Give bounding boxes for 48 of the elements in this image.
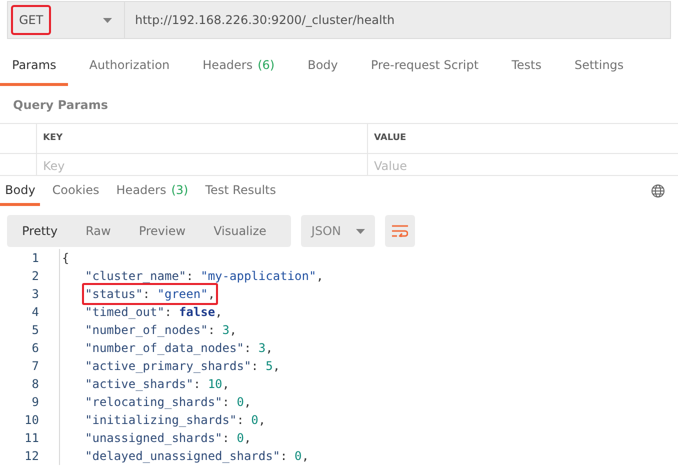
tab[interactable]: Test Results — [200, 176, 282, 206]
wrap-lines-button[interactable] — [385, 215, 416, 247]
tab[interactable]: Pre-request Script — [358, 47, 491, 86]
tab[interactable]: Params — [0, 47, 68, 86]
code-line: { — [61, 250, 70, 267]
line-number: 2 — [30, 268, 40, 285]
format-dropdown[interactable]: JSON — [301, 215, 376, 247]
line-number: 6 — [30, 340, 40, 357]
line-number: 3 — [30, 286, 40, 303]
tab[interactable]: Authorization — [77, 47, 182, 86]
view-mode-tab[interactable]: Preview — [130, 215, 195, 247]
line-number: 11 — [24, 430, 40, 447]
view-mode-tab[interactable]: Raw — [76, 215, 120, 247]
line-number: 9 — [30, 394, 40, 411]
code-line: "cluster_name": "my-application", — [84, 268, 324, 285]
globe-icon[interactable] — [651, 184, 665, 198]
key-input[interactable]: Key — [43, 157, 361, 175]
line-number: 10 — [24, 412, 40, 429]
line-number: 8 — [30, 376, 40, 393]
line-number: 12 — [24, 448, 40, 465]
tab[interactable]: Headers (6) — [190, 47, 287, 86]
tab[interactable]: Body — [296, 47, 350, 86]
code-line: "number_of_nodes": 3, — [84, 322, 238, 339]
tab[interactable]: Settings — [562, 47, 636, 86]
column-header: VALUE — [373, 132, 408, 145]
code-line: "active_primary_shards": 5, — [84, 358, 282, 375]
view-mode-tab[interactable]: Visualize — [204, 215, 276, 247]
code-line: "timed_out": false, — [84, 304, 224, 321]
code-line: "delayed_unassigned_shards": 0, — [84, 448, 310, 465]
code-line: "relocating_shards": 0, — [84, 394, 252, 411]
section-title: Query Params — [12, 97, 110, 114]
value-input[interactable]: Value — [374, 157, 672, 175]
line-number: 4 — [30, 304, 40, 321]
code-line: "initializing_shards": 0, — [84, 412, 267, 429]
code-line: "number_of_data_nodes": 3, — [84, 340, 274, 357]
code-line: "active_shards": 10, — [84, 376, 231, 393]
code-line: "unassigned_shards": 0, — [84, 430, 252, 447]
line-number: 7 — [30, 358, 40, 375]
wrap-icon — [392, 225, 408, 237]
view-mode-tab[interactable]: Pretty — [13, 215, 67, 247]
tab[interactable]: Tests — [500, 47, 554, 86]
line-number: 5 — [30, 322, 40, 339]
tab[interactable]: Body — [0, 176, 40, 206]
tab[interactable]: Cookies — [47, 176, 104, 206]
tab[interactable]: Headers (3) — [111, 176, 194, 206]
column-header: KEY — [37, 124, 368, 153]
caret-icon — [356, 228, 366, 234]
line-number: 1 — [30, 250, 40, 267]
